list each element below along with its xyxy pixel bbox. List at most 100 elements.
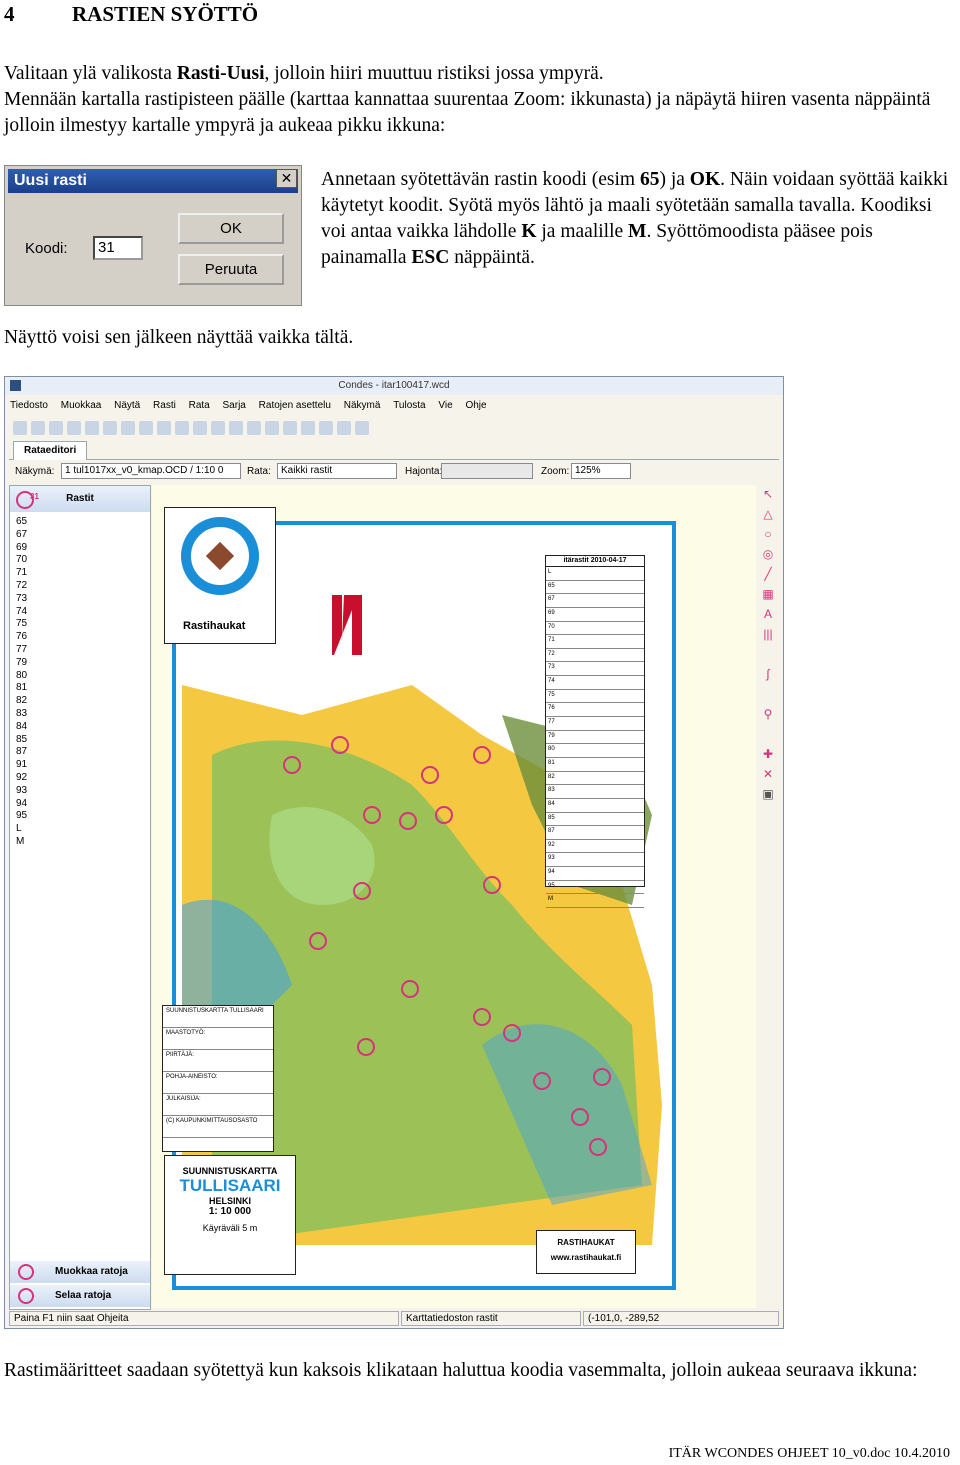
control-code-list: 65 67 69 70 71 72 73 74 75 76 77 79 80 81 82 83 84 85 87 91…	[16, 516, 27, 849]
redo-icon[interactable]	[157, 421, 171, 435]
control-code-item[interactable]: 72	[16, 580, 27, 593]
lock-icon[interactable]	[247, 421, 261, 435]
view-select[interactable]: 1 tul1017xx_v0_kmap.OCD / 1:10 0	[61, 463, 241, 479]
control-code-item[interactable]: 91	[16, 759, 27, 772]
class-icon[interactable]	[211, 421, 225, 435]
description-code: 83	[548, 787, 555, 794]
image-icon[interactable]: ▣	[761, 787, 775, 801]
menu-print[interactable]: Tulosta	[388, 397, 430, 414]
instr-4: ja maalille	[536, 221, 629, 242]
crossing-icon[interactable]: ⚲	[761, 707, 775, 721]
pointer-icon[interactable]: ↖	[761, 487, 775, 501]
text-icon[interactable]: A	[761, 607, 775, 621]
control-code-item[interactable]: 71	[16, 567, 27, 580]
menu-file[interactable]: Tiedosto	[5, 397, 53, 414]
control-code-item[interactable]: 77	[16, 644, 27, 657]
control-circle-tool-icon[interactable]: ○	[761, 527, 775, 541]
status-help: Paina F1 niin saat Ohjeita	[9, 1311, 399, 1326]
new-file-icon[interactable]	[13, 421, 27, 435]
zoom-out-icon[interactable]	[301, 421, 315, 435]
control-code-item[interactable]: 87	[16, 746, 27, 759]
menu-course[interactable]: Rata	[184, 397, 215, 414]
control-code-item[interactable]: 84	[16, 721, 27, 734]
controls-header[interactable]: 31 Rastit	[10, 486, 150, 512]
cut-icon[interactable]	[67, 421, 81, 435]
control-code-item[interactable]: 81	[16, 682, 27, 695]
description-row: 70	[546, 622, 644, 636]
cross-icon[interactable]: ✕	[761, 767, 775, 781]
add-icon[interactable]: ✚	[761, 747, 775, 761]
refresh-icon[interactable]	[265, 421, 279, 435]
control-code-item[interactable]: 70	[16, 554, 27, 567]
start-triangle-icon[interactable]: △	[761, 507, 775, 521]
control-icon[interactable]	[175, 421, 189, 435]
control-code-item[interactable]: 73	[16, 593, 27, 606]
open-icon[interactable]	[31, 421, 45, 435]
paste-icon[interactable]	[103, 421, 117, 435]
description-row: 79	[546, 731, 644, 745]
zoom-fit-icon[interactable]	[319, 421, 333, 435]
menu-export[interactable]: Vie	[433, 397, 457, 414]
control-code-item[interactable]: 65	[16, 516, 27, 529]
control-code-item[interactable]: 93	[16, 785, 27, 798]
after-dialog-text: Näyttö voisi sen jälkeen näyttää vaikka …	[4, 327, 354, 348]
description-code: 80	[548, 746, 555, 753]
control-code-item[interactable]: 80	[16, 670, 27, 683]
zoom-select[interactable]: 125%	[571, 463, 631, 479]
copy-icon[interactable]	[85, 421, 99, 435]
save-icon[interactable]	[49, 421, 63, 435]
help-icon[interactable]	[355, 421, 369, 435]
menu-class[interactable]: Sarja	[218, 397, 251, 414]
control-code-item[interactable]: 69	[16, 542, 27, 555]
spread-select[interactable]	[441, 463, 533, 479]
control-code-item[interactable]: 76	[16, 631, 27, 644]
bars-icon[interactable]: |||	[761, 627, 775, 641]
control-code-item[interactable]: L	[16, 823, 27, 836]
control-code-item[interactable]: 82	[16, 695, 27, 708]
menu-view[interactable]: Näytä	[109, 397, 145, 414]
description-code: 76	[548, 705, 555, 712]
zoom-in-icon[interactable]	[283, 421, 297, 435]
line-icon[interactable]: ╱	[761, 567, 775, 581]
tab-course-editor[interactable]: Rataeditori	[13, 441, 88, 460]
control-code-item[interactable]: 95	[16, 810, 27, 823]
control-code-item[interactable]: 83	[16, 708, 27, 721]
map-view[interactable]: Rastihaukat itärastit 2010-04-17 L 65 67 69…	[152, 485, 756, 1308]
description-code: 73	[548, 664, 555, 671]
key-icon[interactable]	[229, 421, 243, 435]
menu-layout[interactable]: Ratojen asettelu	[254, 397, 336, 414]
grid-icon[interactable]: ▦	[761, 587, 775, 601]
controls-badge: 31	[30, 492, 39, 501]
menu-edit[interactable]: Muokkaa	[56, 397, 107, 414]
control-code-item[interactable]: 75	[16, 618, 27, 631]
menu-control[interactable]: Rasti	[148, 397, 181, 414]
control-code-item[interactable]: 92	[16, 772, 27, 785]
control-code-item[interactable]: M	[16, 836, 27, 849]
control-code-item[interactable]: 94	[16, 798, 27, 811]
finish-icon[interactable]: ◎	[761, 547, 775, 561]
control-code-item[interactable]: 67	[16, 529, 27, 542]
info-row: SUUNNISTUSKARTTA TULLISAARI	[163, 1006, 273, 1028]
description-code: 81	[548, 759, 555, 766]
curve-icon[interactable]: ∫	[761, 667, 775, 681]
description-row: 83	[546, 785, 644, 799]
undo-icon[interactable]	[139, 421, 153, 435]
description-row: 77	[546, 717, 644, 731]
control-code-item[interactable]: 79	[16, 657, 27, 670]
edit-courses-button[interactable]: Muokkaa ratoja	[10, 1261, 150, 1283]
print-icon[interactable]	[337, 421, 351, 435]
course-icon[interactable]	[193, 421, 207, 435]
course-select[interactable]: Kaikki rastit	[277, 463, 397, 479]
menu-views[interactable]: Näkymä	[339, 397, 386, 414]
description-code: 84	[548, 800, 555, 807]
ok-button[interactable]: OK	[178, 213, 284, 244]
cancel-button[interactable]: Peruuta	[178, 254, 284, 285]
delete-icon[interactable]	[121, 421, 135, 435]
browse-courses-button[interactable]: Selaa ratoja	[10, 1285, 150, 1307]
control-code-item[interactable]: 74	[16, 606, 27, 619]
control-code-item[interactable]: 85	[16, 734, 27, 747]
menu-help[interactable]: Ohje	[460, 397, 491, 414]
close-icon[interactable]: ✕	[276, 169, 297, 188]
control-description-sheet: itärastit 2010-04-17 L 65 67 69 70 71 72 73 74 75…	[545, 555, 645, 909]
code-input[interactable]: 31	[93, 236, 143, 260]
